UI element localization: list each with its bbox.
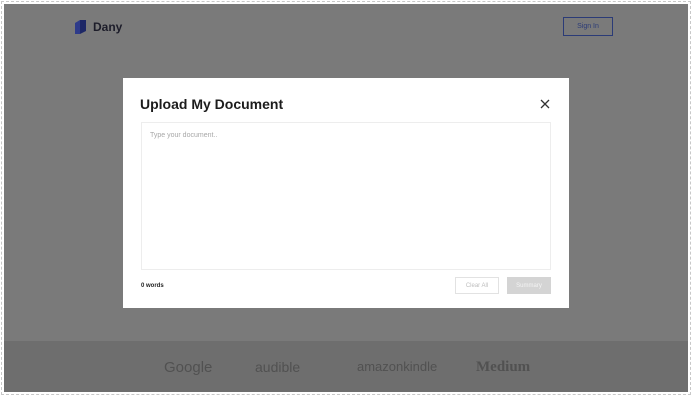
- partner-logos-strip: Google audible amazonkindle Medium: [4, 341, 688, 392]
- sign-in-button[interactable]: Sign In: [563, 17, 613, 36]
- upload-document-modal: Upload My Document 0 words Clear All Sum…: [123, 78, 569, 308]
- clear-all-button[interactable]: Clear All: [455, 277, 499, 294]
- brand-logo[interactable]: Dany: [75, 20, 122, 34]
- medium-logo: Medium: [476, 359, 531, 375]
- close-icon[interactable]: [539, 98, 551, 110]
- amazon-kindle-logo: amazonkindle: [357, 359, 438, 374]
- top-header: Dany Sign In: [4, 4, 688, 50]
- word-count: 0 words: [141, 283, 164, 289]
- book-logo-icon: [75, 20, 86, 34]
- page-frame: Dany Sign In Google audible amazonkindle…: [1, 1, 691, 395]
- modal-title: Upload My Document: [140, 96, 284, 112]
- summary-button[interactable]: Summary: [507, 277, 551, 294]
- brand-name: Dany: [93, 20, 123, 34]
- google-logo: Google: [164, 359, 213, 376]
- audible-logo: audible: [255, 359, 301, 375]
- document-textarea[interactable]: [141, 122, 551, 270]
